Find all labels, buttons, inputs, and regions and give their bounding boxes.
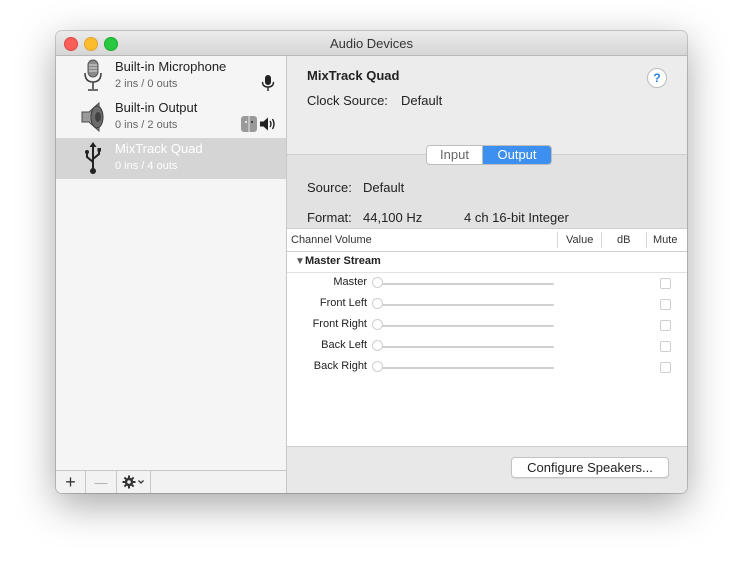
column-header-channel-volume[interactable]: Channel Volume: [291, 229, 372, 251]
speaker-icon: [81, 101, 104, 133]
question-mark-icon: ?: [653, 71, 661, 85]
device-actions-menu-button[interactable]: [117, 471, 151, 493]
device-name: MixTrack Quad: [115, 141, 203, 156]
mute-checkbox[interactable]: [660, 362, 671, 373]
channel-name: Back Left: [321, 339, 367, 351]
help-button[interactable]: ?: [647, 68, 667, 88]
clock-source-label: Clock Source:: [307, 93, 388, 108]
title-bar: Audio Devices: [56, 31, 687, 56]
device-name: Built-in Microphone: [115, 59, 227, 74]
format-rate[interactable]: 44,100 Hz: [363, 210, 422, 225]
plus-icon: +: [65, 471, 76, 492]
device-item-mixtrack-quad[interactable]: MixTrack Quad 0 ins / 4 outs: [56, 138, 286, 179]
clock-source-value[interactable]: Default: [401, 93, 442, 108]
column-header-db[interactable]: dB: [617, 229, 630, 251]
device-detail-panel: MixTrack Quad ? Clock Source: Default So…: [287, 56, 687, 493]
format-type[interactable]: 4 ch 16-bit Integer: [464, 210, 569, 225]
column-divider: [646, 232, 647, 248]
device-item-built-in-output[interactable]: Built-in Output 0 ins / 2 outs: [56, 97, 286, 138]
device-io: 2 ins / 0 outs: [115, 78, 178, 90]
table-row: Back Right: [287, 357, 687, 378]
volume-slider-knob[interactable]: [372, 298, 383, 309]
format-label: Format:: [307, 210, 352, 225]
volume-slider-knob[interactable]: [372, 319, 383, 330]
gear-icon: [122, 475, 144, 489]
volume-slider-track[interactable]: [377, 304, 554, 306]
table-row: Back Left: [287, 336, 687, 357]
device-item-built-in-microphone[interactable]: Built-in Microphone 2 ins / 0 outs: [56, 56, 286, 97]
mute-checkbox[interactable]: [660, 320, 671, 331]
volume-slider-knob[interactable]: [372, 277, 383, 288]
device-io: 0 ins / 2 outs: [115, 119, 178, 131]
group-label: Master Stream: [305, 255, 381, 267]
disclosure-triangle-icon[interactable]: ▼: [295, 256, 305, 267]
table-row: Front Right: [287, 315, 687, 336]
table-row: Front Left: [287, 294, 687, 315]
source-value[interactable]: Default: [363, 180, 404, 195]
system-sound-finder-icon: [241, 116, 257, 132]
sidebar-toolbar: + —: [56, 470, 286, 493]
remove-device-button[interactable]: —: [86, 471, 117, 493]
device-sidebar: Built-in Microphone 2 ins / 0 outs Built…: [56, 56, 287, 493]
window-title: Audio Devices: [329, 36, 414, 51]
volume-slider-track[interactable]: [377, 367, 554, 369]
tab-output[interactable]: Output: [483, 146, 551, 164]
minus-icon: —: [94, 474, 108, 490]
volume-slider-knob[interactable]: [372, 340, 383, 351]
device-io: 0 ins / 4 outs: [115, 160, 178, 172]
volume-slider-track[interactable]: [377, 346, 554, 348]
device-title: MixTrack Quad: [307, 68, 400, 83]
mute-checkbox[interactable]: [660, 341, 671, 352]
microphone-icon: [84, 59, 102, 91]
usb-icon: [85, 142, 101, 174]
input-output-segmented-control: Input Output: [426, 145, 552, 165]
column-divider: [601, 232, 602, 248]
volume-slider-knob[interactable]: [372, 361, 383, 372]
column-header-mute[interactable]: Mute: [653, 229, 677, 251]
device-name: Built-in Output: [115, 100, 198, 115]
mute-checkbox[interactable]: [660, 278, 671, 289]
mute-checkbox[interactable]: [660, 299, 671, 310]
default-input-microphone-icon: [261, 75, 275, 91]
column-divider: [557, 232, 558, 248]
audio-devices-window: Audio Devices Built-in Microphone 2 ins …: [56, 31, 687, 493]
tab-input[interactable]: Input: [427, 146, 483, 164]
format-panel: Source: Default Format: 44,100 Hz 4 ch 1…: [287, 154, 687, 229]
configure-speakers-button[interactable]: Configure Speakers...: [511, 457, 669, 478]
channel-name: Front Left: [319, 297, 367, 309]
default-output-speaker-icon: [260, 117, 275, 131]
channel-name: Master: [333, 276, 367, 288]
channel-volume-table: Channel Volume Value dB Mute ▼ Master St…: [287, 228, 687, 447]
add-device-button[interactable]: +: [56, 471, 86, 493]
table-row: Master: [287, 273, 687, 294]
source-label: Source:: [307, 180, 352, 195]
volume-slider-track[interactable]: [377, 325, 554, 327]
group-row-master-stream[interactable]: ▼ Master Stream: [287, 252, 687, 273]
panel-footer: Configure Speakers...: [287, 446, 687, 493]
volume-slider-track[interactable]: [377, 283, 554, 285]
column-header-value[interactable]: Value: [566, 229, 593, 251]
channel-name: Front Right: [312, 318, 367, 330]
channel-name: Back Right: [313, 360, 367, 372]
